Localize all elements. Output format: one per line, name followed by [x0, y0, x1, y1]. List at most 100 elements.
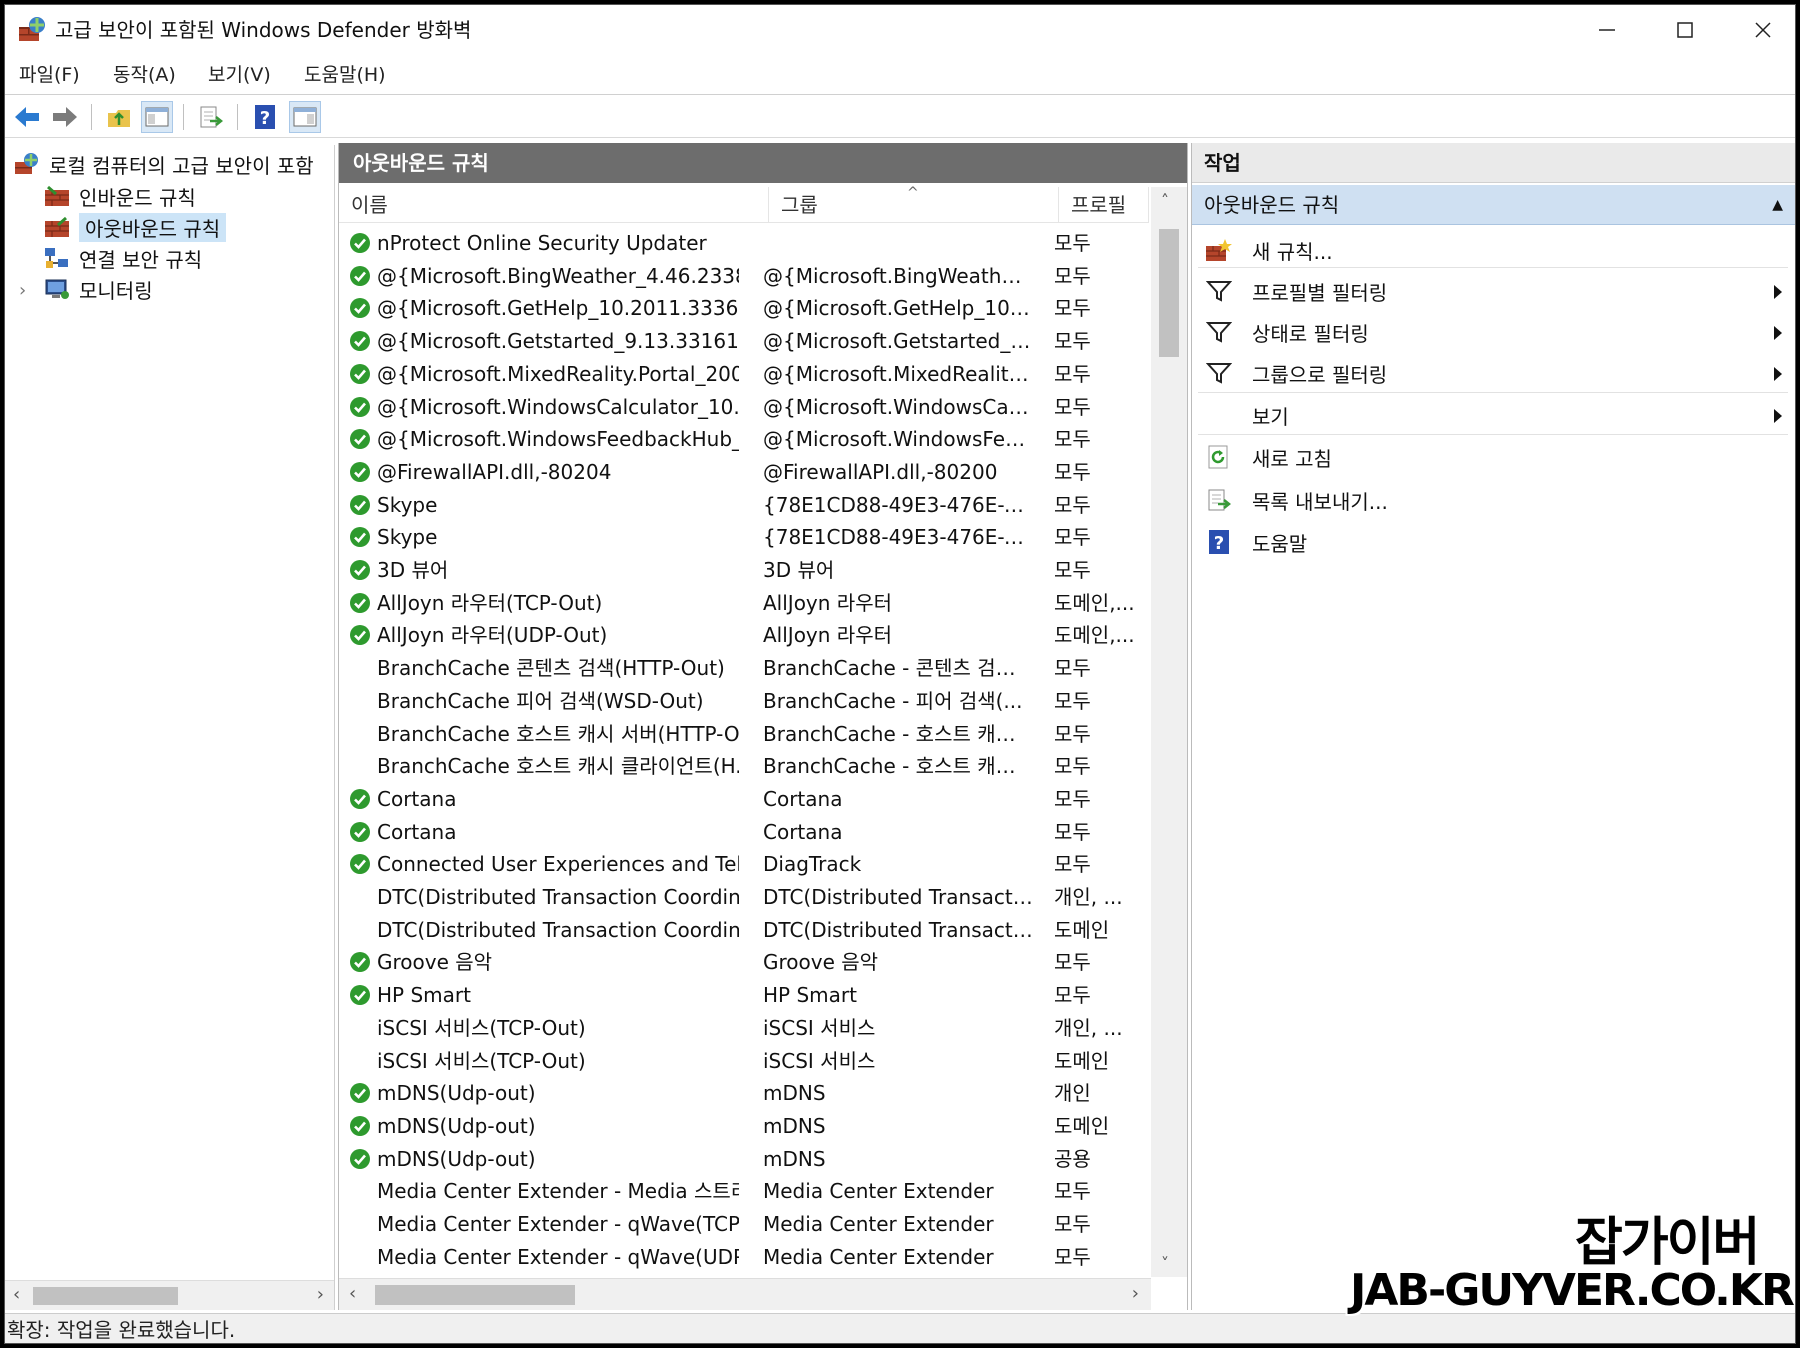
tree-item-monitoring[interactable]: 모니터링 [43, 274, 153, 304]
scroll-up-icon[interactable]: ˄ [1161, 191, 1169, 210]
help-button[interactable]: ? [249, 101, 281, 133]
table-row[interactable]: @{Microsoft.GetHelp_10.2011.33361.0_... @… [339, 292, 1149, 325]
menu-action[interactable]: 동작(A) [113, 55, 176, 95]
action-filter-by-profile[interactable]: 프로필별 필터링 [1192, 270, 1795, 312]
submenu-arrow-icon [1773, 363, 1783, 387]
tree-item-outbound[interactable]: 아웃바운드 규칙 [43, 212, 227, 242]
back-button[interactable] [11, 101, 43, 133]
rule-name-cell: 3D 뷰어 [349, 554, 739, 586]
export-list-button[interactable] [195, 101, 227, 133]
scroll-down-icon[interactable]: ˅ [1161, 1254, 1169, 1273]
rule-name-cell: Media Center Extender - qWave(UDP-O... [349, 1241, 739, 1273]
table-row[interactable]: HP Smart HP Smart 모두 [339, 979, 1149, 1012]
table-row[interactable]: Media Center Extender - Media 스트리... Medi… [339, 1175, 1149, 1208]
forward-button[interactable] [49, 101, 81, 133]
rule-name: HP Smart [377, 983, 471, 1008]
scroll-left-icon[interactable]: ‹ [349, 1283, 356, 1304]
rule-name: @{Microsoft.BingWeather_4.46.23383.0... [377, 263, 739, 288]
table-row[interactable]: AllJoyn 라우터(UDP-Out) AllJoyn 라우터 도메인,... [339, 619, 1149, 652]
collapse-up-icon[interactable]: ▲ [1772, 185, 1783, 225]
new-rule-icon [1204, 235, 1234, 265]
rule-profile-cell: 모두 [1054, 983, 1091, 1008]
action-view[interactable]: 보기 [1192, 394, 1795, 436]
horizontal-scroll-thumb[interactable] [375, 1285, 575, 1305]
table-row[interactable]: Media Center Extender - qWave(UDP-O... Me… [339, 1241, 1149, 1274]
tree-item-inbound[interactable]: 인바운드 규칙 [43, 181, 196, 211]
table-row[interactable]: @FirewallAPI.dll,-80204 @FirewallAPI.dll,… [339, 456, 1149, 489]
table-row[interactable]: mDNS(Udp-out) mDNS 도메인 [339, 1110, 1149, 1143]
action-filter-by-state[interactable]: 상태로 필터링 [1192, 311, 1795, 353]
rule-name-cell: Cortana [349, 783, 739, 815]
table-row[interactable]: nProtect Online Security Updater 모두 [339, 227, 1149, 260]
action-new-rule[interactable]: 새 규칙... [1192, 229, 1795, 271]
table-row[interactable]: @{Microsoft.BingWeather_4.46.23383.0... @… [339, 260, 1149, 293]
maximize-button[interactable] [1646, 5, 1724, 55]
table-row[interactable]: @{Microsoft.WindowsFeedbackHub_1.2... @{M… [339, 423, 1149, 456]
menu-help[interactable]: 도움말(H) [304, 55, 386, 95]
show-hide-action-pane-button[interactable] [289, 101, 321, 133]
actions-section-header[interactable]: 아웃바운드 규칙 ▲ [1192, 185, 1795, 225]
horizontal-scrollbar[interactable]: ‹ › [339, 1278, 1151, 1310]
rule-name: Connected User Experiences and Teleme... [377, 852, 739, 877]
scroll-left-icon[interactable]: ‹ [13, 1284, 20, 1305]
table-row[interactable]: @{Microsoft.WindowsCalculator_10.210... @… [339, 391, 1149, 424]
menu-view[interactable]: 보기(V) [208, 55, 271, 95]
table-row[interactable]: BranchCache 피어 검색(WSD-Out) BranchCache - … [339, 685, 1149, 718]
table-row[interactable]: Cortana Cortana 모두 [339, 816, 1149, 849]
table-row[interactable]: BranchCache 호스트 캐시 클라이언트(H... BranchCache… [339, 750, 1149, 783]
table-row[interactable]: Skype {78E1CD88-49E3-476E-B9... 모두 [339, 521, 1149, 554]
scroll-right-icon[interactable]: › [1132, 1283, 1139, 1304]
tree-root-label: 로컬 컴퓨터의 고급 보안이 포함 [49, 153, 314, 178]
up-folder-button[interactable] [103, 101, 135, 133]
show-hide-tree-button[interactable] [141, 101, 173, 133]
table-row[interactable]: AllJoyn 라우터(TCP-Out) AllJoyn 라우터 도메인,... [339, 587, 1149, 620]
menu-file[interactable]: 파일(F) [19, 55, 80, 95]
rule-profile-cell: 모두 [1054, 819, 1091, 844]
rule-profile-cell: 모두 [1054, 427, 1091, 452]
tree-item-connection-security[interactable]: 연결 보안 규칙 [43, 243, 202, 273]
vertical-scrollbar[interactable]: ˄ ˅ [1151, 187, 1187, 1277]
enabled-check-icon [349, 852, 371, 875]
action-filter-by-group[interactable]: 그룹으로 필터링 [1192, 352, 1795, 394]
table-row[interactable]: DTC(Distributed Transaction Coordinato..… [339, 914, 1149, 947]
column-profile[interactable]: 프로필 [1059, 187, 1149, 223]
action-refresh[interactable]: 새로 고침 [1192, 436, 1795, 478]
rule-name: Media Center Extender - qWave(TCP-Out) [377, 1212, 739, 1236]
rule-profile-cell: 모두 [1054, 263, 1091, 288]
vertical-scroll-thumb[interactable] [1159, 229, 1179, 357]
rule-name-cell: HP Smart [349, 979, 739, 1011]
table-row[interactable]: @{Microsoft.Getstarted_9.13.33161.0_x...… [339, 325, 1149, 358]
table-row[interactable]: Cortana Cortana 모두 [339, 783, 1149, 816]
table-row[interactable]: Media Center Extender - qWave(TCP-Out) Me… [339, 1208, 1149, 1241]
table-row[interactable]: iSCSI 서비스(TCP-Out) iSCSI 서비스 개인, ... [339, 1012, 1149, 1045]
table-row[interactable]: Connected User Experiences and Teleme...… [339, 848, 1149, 881]
tree-root[interactable]: 로컬 컴퓨터의 고급 보안이 포함 [13, 149, 314, 179]
expand-chevron-icon[interactable]: › [19, 280, 26, 301]
table-row[interactable]: @{Microsoft.MixedReality.Portal_2000.2..… [339, 358, 1149, 391]
scroll-right-icon[interactable]: › [317, 1284, 324, 1305]
minimize-button[interactable] [1568, 5, 1646, 55]
tree-horizontal-scrollbar[interactable]: ‹ › [5, 1280, 334, 1310]
filter-icon [1204, 317, 1234, 347]
table-row[interactable]: 3D 뷰어 3D 뷰어 모두 [339, 554, 1149, 587]
up-folder-icon [108, 110, 130, 127]
table-row[interactable]: iSCSI 서비스(TCP-Out) iSCSI 서비스 도메인 [339, 1045, 1149, 1078]
rule-name-cell: DTC(Distributed Transaction Coordinato..… [349, 881, 739, 913]
rule-name-cell: @{Microsoft.MixedReality.Portal_2000.2..… [349, 358, 739, 390]
tree-scroll-thumb[interactable] [33, 1287, 178, 1305]
table-row[interactable]: mDNS(Udp-out) mDNS 공용 [339, 1143, 1149, 1176]
column-name[interactable]: 이름 [339, 187, 769, 223]
table-row[interactable]: Groove 음악 Groove 음악 모두 [339, 946, 1149, 979]
action-export-list[interactable]: 목록 내보내기... [1192, 479, 1795, 521]
tree-item-label: 아웃바운드 규칙 [79, 212, 227, 242]
rule-name-cell: mDNS(Udp-out) [349, 1143, 739, 1175]
column-group[interactable]: 그룹 ^ [769, 185, 1059, 223]
table-row[interactable]: mDNS(Udp-out) mDNS 개인 [339, 1077, 1149, 1110]
table-row[interactable]: Skype {78E1CD88-49E3-476E-B9... 모두 [339, 489, 1149, 522]
action-help[interactable]: ? 도움말 [1192, 521, 1795, 563]
table-row[interactable]: DTC(Distributed Transaction Coordinato..… [339, 881, 1149, 914]
close-button[interactable] [1724, 5, 1795, 55]
enabled-check-icon [349, 820, 371, 842]
table-row[interactable]: BranchCache 콘텐츠 검색(HTTP-Out) BranchCache … [339, 652, 1149, 685]
table-row[interactable]: BranchCache 호스트 캐시 서버(HTTP-O... BranchCac… [339, 718, 1149, 751]
